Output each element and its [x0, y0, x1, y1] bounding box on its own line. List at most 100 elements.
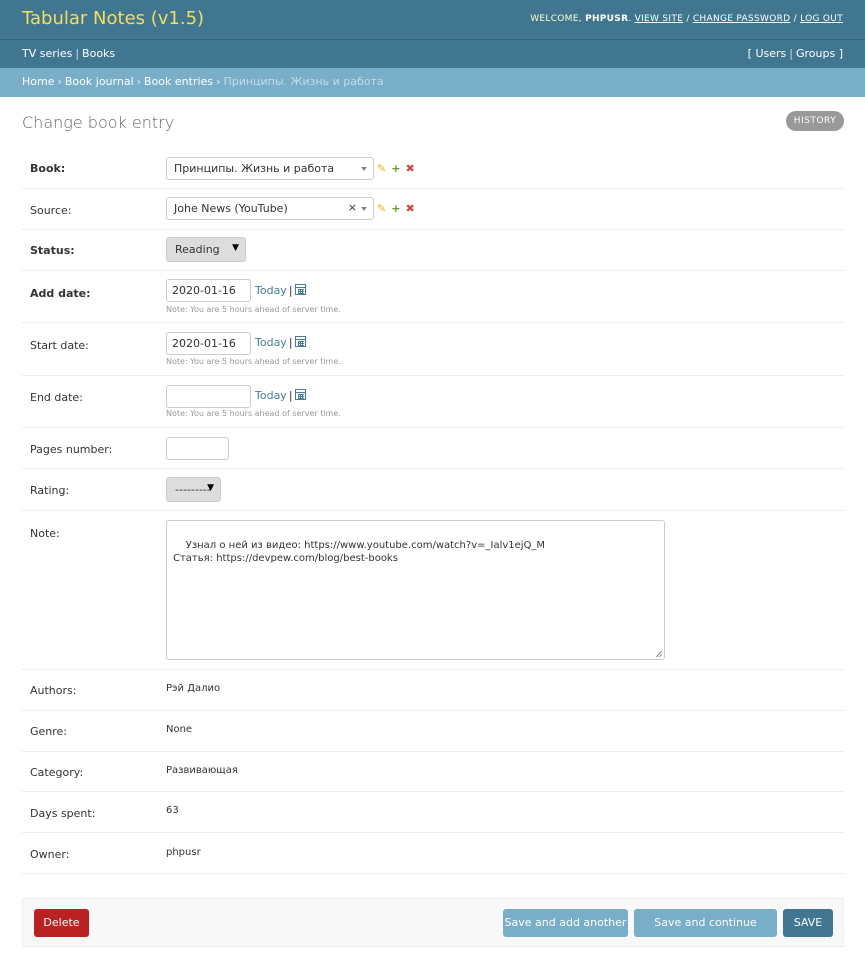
status-label: Status:	[30, 244, 75, 257]
chevron-down-icon: ▼	[207, 483, 214, 493]
chevron-down-icon	[361, 167, 367, 171]
submit-row: Delete Save and add another Save and con…	[22, 898, 844, 957]
breadcrumb-current: Принципы. Жизнь и работа	[223, 75, 384, 88]
nav-sep: |	[789, 47, 793, 60]
username: PHPUSR	[585, 14, 629, 24]
add-date-input[interactable]: 2020-01-16	[166, 279, 251, 302]
owner-value: phpusr	[166, 847, 201, 858]
nav-left: TV series | Books	[22, 47, 115, 60]
app-title[interactable]: Tabular Notes (v1.5)	[22, 8, 204, 29]
genre-label: Genre:	[30, 725, 68, 738]
calendar-icon[interactable]	[294, 336, 306, 347]
nav-users-link[interactable]: Users	[755, 47, 786, 60]
form-row-owner: Owner: phpusr	[22, 833, 844, 874]
source-select[interactable]: Johe News (YouTube) ×	[166, 197, 374, 220]
nav-groups-link[interactable]: Groups	[796, 47, 835, 60]
status-select[interactable]: Reading ▼	[166, 237, 246, 262]
delete-source-icon[interactable]: ✖	[405, 202, 414, 215]
rating-select[interactable]: --------- ▼	[166, 477, 221, 502]
owner-label: Owner:	[30, 848, 70, 861]
book-related-actions: ✎ + ✖	[377, 162, 415, 175]
change-password-link[interactable]: CHANGE PASSWORD	[693, 14, 791, 24]
nav-tv-series-link[interactable]: TV series	[22, 47, 72, 60]
history-button[interactable]: HISTORY	[786, 111, 844, 131]
end-date-today-link[interactable]: Today	[255, 389, 287, 402]
save-and-add-another-button[interactable]: Save and add another	[503, 909, 628, 937]
breadcrumb: Home › Book journal › Book entries › Принципы.…	[0, 68, 865, 97]
start-date-shortcuts: Today |	[255, 336, 306, 349]
book-select[interactable]: Принципы. Жизнь и работа	[166, 157, 374, 180]
top-navbar: TV series | Books [ Users | Groups ]	[0, 39, 865, 68]
note-textarea[interactable]: Узнал о ней из видео: https://www.youtub…	[166, 520, 665, 660]
delete-book-icon[interactable]: ✖	[405, 162, 414, 175]
breadcrumb-home[interactable]: Home	[22, 75, 54, 88]
rating-select-value: ---------	[175, 483, 211, 496]
header: Tabular Notes (v1.5) WELCOME, PHPUSR. VI…	[0, 0, 865, 39]
end-date-shortcuts: Today |	[255, 389, 306, 402]
end-date-label: End date:	[30, 391, 83, 404]
breadcrumb-book-entries[interactable]: Book entries	[144, 75, 213, 88]
view-site-link[interactable]: VIEW SITE	[635, 14, 684, 24]
days-spent-label: Days spent:	[30, 807, 96, 820]
book-select-value: Принципы. Жизнь и работа	[174, 162, 335, 175]
shortcut-sep: |	[288, 389, 293, 402]
page-title: Change book entry	[22, 113, 175, 132]
start-date-today-link[interactable]: Today	[255, 336, 287, 349]
start-date-input[interactable]: 2020-01-16	[166, 332, 251, 355]
breadcrumb-sep: ›	[136, 75, 142, 88]
add-book-icon[interactable]: +	[391, 162, 400, 175]
form-row-days-spent: Days spent: 63	[22, 792, 844, 833]
form-row-genre: Genre: None	[22, 711, 844, 752]
save-and-continue-button[interactable]: Save and continue editing	[634, 909, 777, 957]
nav-right: [ Users | Groups ]	[748, 47, 843, 60]
shortcut-sep: |	[288, 284, 293, 297]
user-tools-sep: /	[793, 14, 797, 24]
clear-icon[interactable]: ×	[348, 201, 357, 214]
pages-number-label: Pages number:	[30, 443, 113, 456]
breadcrumb-sep: ›	[57, 75, 62, 88]
form-row-end-date: End date: Today | Note: You are 5 hours a…	[22, 376, 844, 428]
end-date-input[interactable]	[166, 385, 251, 408]
timezone-note: Note: You are 5 hours ahead of server ti…	[166, 357, 341, 366]
breadcrumb-sep: ›	[216, 75, 221, 88]
delete-button[interactable]: Delete	[34, 909, 89, 937]
authors-value: Рэй Далио	[166, 683, 221, 694]
edit-book-icon[interactable]: ✎	[377, 162, 386, 175]
log-out-link[interactable]: LOG OUT	[800, 14, 843, 24]
pages-number-input[interactable]	[166, 437, 229, 460]
calendar-icon[interactable]	[294, 389, 306, 400]
form-row-source: Source: Johe News (YouTube) × ✎ + ✖	[22, 189, 844, 230]
form-row-start-date: Start date: 2020-01-16 Today | Note: You …	[22, 323, 844, 376]
add-date-shortcuts: Today |	[255, 284, 306, 297]
category-value: Развивающая	[166, 765, 238, 776]
form-row-add-date: Add date: 2020-01-16 Today | Note: You ar…	[22, 271, 844, 323]
calendar-icon[interactable]	[294, 284, 306, 295]
source-label: Source:	[30, 204, 72, 217]
form-row-note: Note: Узнал о ней из видео: https://www.…	[22, 511, 844, 670]
user-tools: WELCOME, PHPUSR. VIEW SITE / CHANGE PASS…	[530, 14, 843, 24]
save-button[interactable]: SAVE	[783, 909, 833, 937]
nav-bracket-close: ]	[838, 47, 843, 60]
add-source-icon[interactable]: +	[391, 202, 400, 215]
authors-label: Authors:	[30, 684, 77, 697]
timezone-note: Note: You are 5 hours ahead of server ti…	[166, 305, 341, 314]
user-tools-sep: /	[686, 14, 690, 24]
form-row-category: Category: Развивающая	[22, 752, 844, 792]
edit-source-icon[interactable]: ✎	[377, 202, 386, 215]
rating-label: Rating:	[30, 484, 70, 497]
add-date-today-link[interactable]: Today	[255, 284, 287, 297]
welcome-text: WELCOME,	[530, 14, 582, 24]
form-row-status: Status: Reading ▼	[22, 230, 844, 271]
breadcrumb-book-journal[interactable]: Book journal	[65, 75, 134, 88]
add-date-label: Add date:	[30, 287, 91, 300]
source-select-value: Johe News (YouTube)	[174, 202, 288, 215]
nav-books-link[interactable]: Books	[82, 47, 115, 60]
category-label: Category:	[30, 766, 84, 779]
resize-handle-icon[interactable]	[656, 651, 662, 657]
chevron-down-icon: ▼	[232, 243, 239, 253]
nav-sep: |	[75, 47, 80, 60]
note-label: Note:	[30, 527, 60, 540]
form-row-pages-number: Pages number:	[22, 428, 844, 469]
nav-bracket-open: [	[747, 47, 752, 60]
form-row-rating: Rating: --------- ▼	[22, 469, 844, 511]
